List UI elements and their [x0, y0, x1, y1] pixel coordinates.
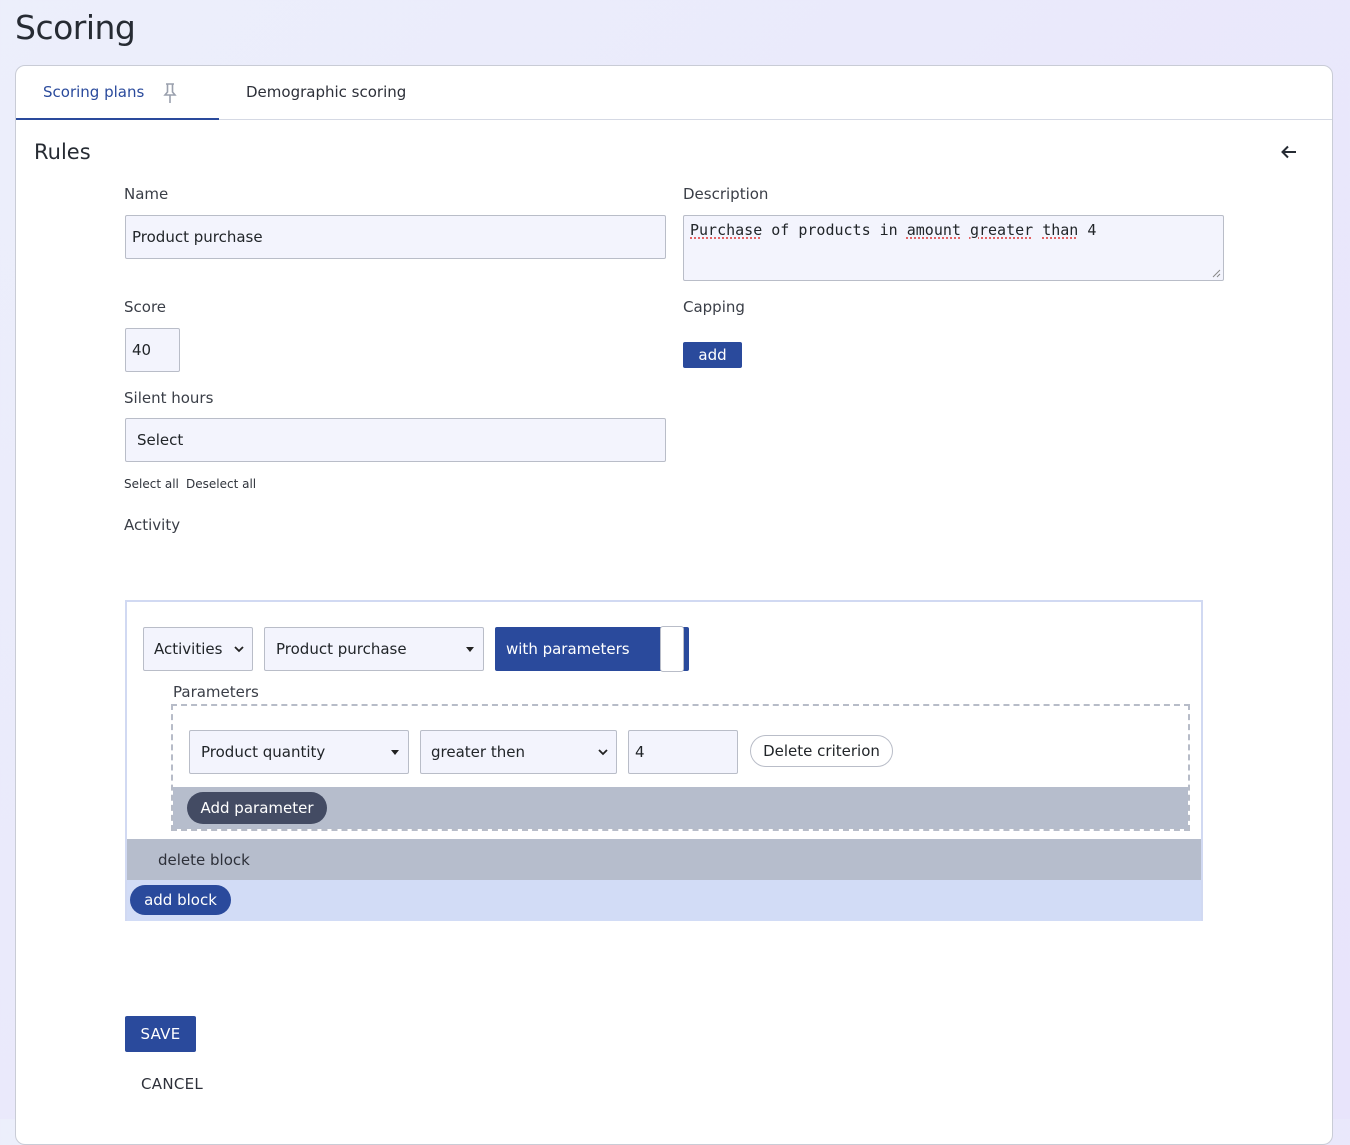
chevron-down-icon: [234, 646, 244, 653]
arrow-left-icon[interactable]: [1280, 143, 1298, 161]
description-word: than: [1042, 221, 1079, 239]
description-textarea[interactable]: Purchase of products in amount greater t…: [683, 215, 1224, 281]
tab-bar: Scoring plans Demographic scoring: [16, 66, 1332, 120]
toggle-knob[interactable]: [660, 626, 684, 672]
activity-block: Activities Product purchase with paramet…: [125, 600, 1203, 921]
description-word: products: [798, 221, 871, 239]
parameter-value: 4: [635, 743, 645, 761]
score-input[interactable]: 40: [125, 328, 180, 372]
add-block-button[interactable]: add block: [130, 885, 231, 915]
scoring-card: Scoring plans Demographic scoring Rules …: [15, 65, 1333, 1145]
with-parameters-toggle[interactable]: with parameters: [495, 626, 689, 672]
resize-handle-icon[interactable]: [1212, 269, 1221, 278]
description-word: greater: [969, 221, 1034, 239]
save-button[interactable]: SAVE: [125, 1016, 196, 1052]
score-input-value: 40: [132, 341, 152, 359]
parameter-field-value: Product quantity: [201, 743, 326, 761]
description-word: of: [771, 221, 790, 239]
parameter-operator-select[interactable]: greater then: [420, 730, 617, 774]
add-block-bar: add block: [127, 880, 1201, 921]
chevron-down-icon: [598, 749, 608, 756]
cancel-button[interactable]: CANCEL: [141, 1075, 203, 1093]
silent-hours-select[interactable]: Select: [125, 418, 666, 462]
score-label: Score: [124, 298, 167, 316]
parameters-box: Product quantity greater then 4 Delete c…: [171, 704, 1190, 831]
tab-demographic-scoring-label: Demographic scoring: [246, 83, 407, 101]
with-parameters-label: with parameters: [506, 640, 630, 658]
silent-hours-value: Select: [137, 431, 184, 449]
activity-select[interactable]: Product purchase: [264, 627, 484, 671]
capping-add-button[interactable]: add: [683, 342, 742, 368]
add-parameter-button[interactable]: Add parameter: [187, 792, 327, 824]
tab-scoring-plans[interactable]: Scoring plans: [16, 66, 219, 120]
deselect-all-link[interactable]: Deselect all: [186, 477, 256, 491]
name-input-value: Product purchase: [132, 228, 263, 246]
name-label: Name: [124, 185, 169, 203]
tab-scoring-plans-label: Scoring plans: [43, 83, 145, 101]
activity-type-value: Activities: [154, 640, 223, 658]
parameter-operator-value: greater then: [431, 743, 525, 761]
delete-criterion-button[interactable]: Delete criterion: [750, 735, 893, 767]
activity-type-select[interactable]: Activities: [143, 627, 253, 671]
silent-hours-label: Silent hours: [124, 389, 214, 407]
delete-block-bar[interactable]: delete block: [127, 839, 1201, 880]
section-title: Rules: [34, 140, 91, 164]
page-title: Scoring: [15, 8, 136, 47]
activity-label: Activity: [124, 516, 181, 534]
parameter-value-input[interactable]: 4: [628, 730, 738, 774]
delete-block-label: delete block: [158, 850, 250, 869]
pin-icon[interactable]: [163, 82, 177, 104]
parameters-label: Parameters: [173, 683, 259, 701]
activity-select-value: Product purchase: [276, 640, 407, 658]
select-all-link[interactable]: Select all: [124, 477, 179, 491]
parameter-field-select[interactable]: Product quantity: [189, 730, 409, 774]
description-word: Purchase: [690, 221, 763, 239]
description-word: amount: [906, 221, 961, 239]
caret-down-icon: [466, 647, 474, 652]
name-input[interactable]: Product purchase: [125, 215, 666, 259]
parameters-footer: Add parameter: [173, 787, 1188, 829]
caret-down-icon: [391, 750, 399, 755]
description-word: 4: [1087, 221, 1097, 239]
description-word: in: [879, 221, 898, 239]
capping-label: Capping: [683, 298, 745, 316]
description-label: Description: [683, 185, 769, 203]
tab-demographic-scoring[interactable]: Demographic scoring: [246, 66, 406, 120]
